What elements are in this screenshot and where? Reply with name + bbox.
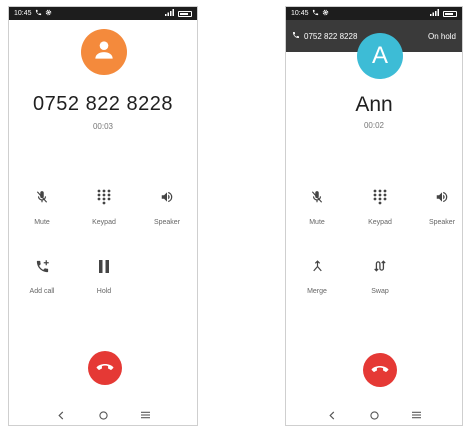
end-call-icon bbox=[96, 359, 114, 377]
add-call-button[interactable]: Add call bbox=[17, 256, 67, 295]
mute-icon bbox=[32, 187, 52, 207]
call-timer: 00:02 bbox=[363, 121, 385, 130]
keypad-label: Keypad bbox=[92, 219, 116, 226]
keypad-icon bbox=[94, 187, 114, 207]
mute-label: Mute bbox=[309, 219, 325, 226]
end-call-icon bbox=[371, 361, 389, 379]
back-icon[interactable] bbox=[325, 408, 339, 422]
recents-icon[interactable] bbox=[138, 408, 152, 422]
hold-icon bbox=[94, 256, 114, 276]
speaker-label: Speaker bbox=[153, 219, 181, 226]
status-bar: 10:45 bbox=[286, 7, 462, 20]
merge-label: Merge bbox=[307, 288, 327, 295]
end-call-button[interactable] bbox=[363, 353, 397, 387]
phone-icon bbox=[35, 9, 42, 18]
battery-icon bbox=[443, 10, 457, 17]
battery-icon bbox=[178, 10, 192, 17]
contact-avatar bbox=[81, 29, 127, 75]
phone-icon bbox=[292, 31, 300, 41]
keypad-icon bbox=[370, 187, 390, 207]
mute-icon bbox=[307, 187, 327, 207]
mute-button[interactable]: Mute bbox=[292, 187, 342, 226]
speaker-button[interactable]: Speaker bbox=[417, 187, 462, 226]
contact-avatar: A bbox=[357, 33, 403, 79]
caller-name: Ann bbox=[355, 93, 393, 116]
call-timer: 00:03 bbox=[92, 122, 114, 131]
add-call-label: Add call bbox=[29, 288, 55, 295]
keypad-button[interactable]: Keypad bbox=[79, 187, 129, 226]
swap-button[interactable]: Swap bbox=[355, 256, 405, 295]
held-call-number: 0752 822 8228 bbox=[304, 31, 358, 41]
back-icon[interactable] bbox=[54, 408, 68, 422]
signal-icon bbox=[165, 9, 175, 18]
held-call-status: On hold bbox=[427, 31, 456, 41]
signal-icon bbox=[430, 9, 440, 18]
swap-icon bbox=[370, 256, 390, 276]
navigation-bar bbox=[286, 407, 462, 423]
avatar-letter: A bbox=[371, 42, 388, 69]
phone-screen-active-call: 10:45 0752 822 8228 00:03 Mute Keypad Sp… bbox=[8, 6, 198, 426]
phone-icon bbox=[312, 9, 319, 18]
merge-button[interactable]: Merge bbox=[292, 256, 342, 295]
speaker-icon bbox=[157, 187, 177, 207]
mute-button[interactable]: Mute bbox=[17, 187, 67, 226]
home-icon[interactable] bbox=[367, 408, 381, 422]
person-icon bbox=[91, 37, 117, 68]
gear-icon bbox=[322, 9, 329, 18]
phone-screen-second-call: 10:45 0752 822 8228 On hold A Ann 00:02 bbox=[285, 6, 463, 426]
keypad-button[interactable]: Keypad bbox=[355, 187, 405, 226]
swap-label: Swap bbox=[371, 288, 389, 295]
hold-label: Hold bbox=[96, 288, 112, 295]
end-call-button[interactable] bbox=[88, 351, 122, 385]
navigation-bar bbox=[9, 407, 197, 423]
merge-icon bbox=[307, 256, 327, 276]
hold-button[interactable]: Hold bbox=[79, 256, 129, 295]
speaker-button[interactable]: Speaker bbox=[142, 187, 192, 226]
mute-label: Mute bbox=[34, 219, 50, 226]
status-time: 10:45 bbox=[291, 10, 309, 17]
speaker-icon bbox=[432, 187, 452, 207]
gear-icon bbox=[45, 9, 52, 18]
status-time: 10:45 bbox=[14, 10, 32, 17]
status-bar: 10:45 bbox=[9, 7, 197, 20]
home-icon[interactable] bbox=[96, 408, 110, 422]
caller-number: 0752 822 8228 bbox=[33, 93, 173, 115]
keypad-label: Keypad bbox=[368, 219, 392, 226]
recents-icon[interactable] bbox=[409, 408, 423, 422]
speaker-label: Speaker bbox=[428, 219, 456, 226]
add-call-icon bbox=[32, 256, 52, 276]
